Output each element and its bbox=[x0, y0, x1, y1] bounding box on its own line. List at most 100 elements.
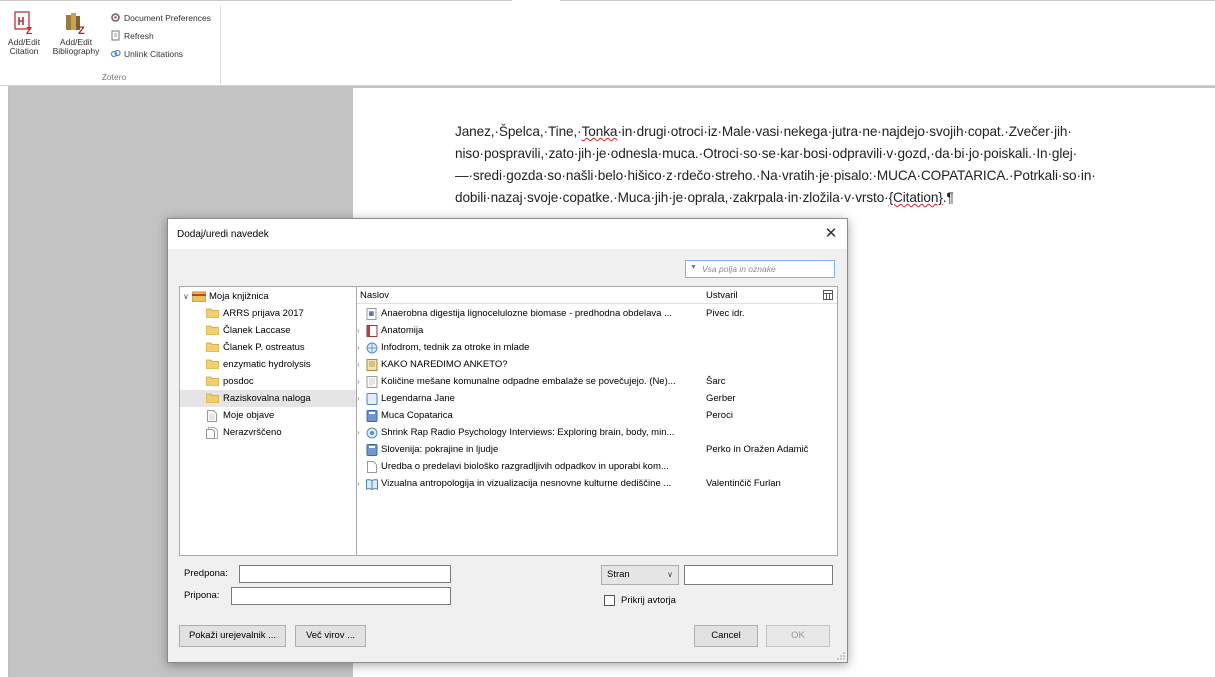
item-title: Shrink Rap Radio Psychology Interviews: … bbox=[381, 427, 675, 438]
search-field[interactable]: ▼ bbox=[685, 260, 835, 278]
item-row[interactable]: › Infodrom, tednik za otroke in mlade bbox=[357, 339, 837, 356]
cancel-button[interactable]: Cancel bbox=[694, 625, 758, 647]
document-line: Janez,·Špelca,·Tine,·Tonka·in·drugi·otro… bbox=[455, 121, 1207, 143]
refresh-label: Refresh bbox=[124, 31, 154, 41]
citation-field[interactable]: {Citation} bbox=[889, 190, 943, 205]
item-title: Uredba o predelavi biološko razgradljivi… bbox=[381, 461, 669, 472]
collection-item[interactable]: Članek Laccase bbox=[180, 322, 356, 339]
item-row[interactable]: › Vizualna antropologija in vizualizacij… bbox=[357, 475, 837, 492]
chevron-right-icon[interactable]: › bbox=[357, 424, 360, 441]
item-title: Vizualna antropologija in vizualizacija … bbox=[381, 478, 672, 489]
ribbon-group-label: Zotero bbox=[101, 72, 127, 82]
document-line: —·sredi·gozda·so·našli·belo·hišico·z·rde… bbox=[455, 168, 1096, 183]
locator-input[interactable] bbox=[684, 565, 833, 585]
left-scroll-edge bbox=[0, 86, 9, 677]
column-creator-header[interactable]: Ustvaril bbox=[706, 287, 738, 304]
folder-icon bbox=[206, 308, 219, 318]
chevron-right-icon[interactable]: › bbox=[357, 475, 360, 492]
unlink-citations-button[interactable]: Unlink Citations bbox=[110, 47, 183, 61]
refresh-button[interactable]: Refresh bbox=[110, 29, 154, 43]
locator-type-value: Stran bbox=[607, 569, 630, 580]
item-creator: Gerber bbox=[706, 393, 736, 404]
book-blue-icon bbox=[366, 444, 378, 456]
locator-type-select[interactable]: Stran ∨ bbox=[601, 565, 679, 585]
document-icon bbox=[207, 410, 217, 422]
suffix-label: Pripona: bbox=[184, 590, 220, 601]
text-run: ·in·drugi·otroci·iz·Male·vasi·nekega·jut… bbox=[617, 124, 1072, 139]
document-icon bbox=[367, 461, 377, 473]
dialog-titlebar[interactable]: Dodaj/uredi navedek ✕ bbox=[168, 219, 847, 249]
library-icon bbox=[192, 291, 206, 302]
collection-item[interactable]: Moje objave bbox=[180, 407, 356, 424]
collection-label: Nerazvrščeno bbox=[223, 427, 282, 438]
collection-my-library[interactable]: ∨ Moja knjižnica bbox=[180, 288, 356, 305]
item-title: Slovenija: pokrajine in ljudje bbox=[381, 444, 499, 455]
preferences-gear-icon bbox=[111, 13, 120, 22]
collection-item[interactable]: posdoc bbox=[180, 373, 356, 390]
folder-icon bbox=[206, 359, 219, 369]
chevron-right-icon[interactable]: › bbox=[357, 356, 360, 373]
newspaper-article-icon bbox=[366, 376, 378, 388]
document-preferences-button[interactable]: Document Preferences bbox=[110, 11, 211, 25]
search-mode-dropdown-icon[interactable]: ▼ bbox=[690, 264, 697, 271]
chevron-right-icon[interactable]: › bbox=[357, 390, 360, 407]
close-icon[interactable]: ✕ bbox=[821, 224, 841, 244]
item-row[interactable]: Anaerobna digestija lignocelulozne bioma… bbox=[357, 305, 837, 322]
add-edit-citation-dialog: Dodaj/uredi navedek ✕ ▼ ∨ Moja knjižnica… bbox=[167, 218, 848, 663]
item-title: Količine mešane komunalne odpadne embala… bbox=[381, 376, 676, 387]
collection-item[interactable]: Članek P. ostreatus bbox=[180, 339, 356, 356]
item-title: Legendarna Jane bbox=[381, 393, 455, 404]
dialog-title: Dodaj/uredi navedek bbox=[177, 229, 269, 240]
chevron-right-icon[interactable]: › bbox=[357, 373, 360, 390]
item-title: KAKO NAREDIMO ANKETO? bbox=[381, 359, 508, 370]
suppress-author-checkbox[interactable] bbox=[604, 595, 615, 606]
item-row[interactable]: Uredba o predelavi biološko razgradljivi… bbox=[357, 458, 837, 475]
item-title: Anatomija bbox=[381, 325, 424, 336]
add-edit-citation-button[interactable]: Z Add/Edit Citation bbox=[4, 10, 44, 56]
refresh-icon bbox=[111, 30, 120, 41]
item-creator: Valentinčič Furlan bbox=[706, 478, 781, 489]
collection-item[interactable]: enzymatic hydrolysis bbox=[180, 356, 356, 373]
book-blue-icon bbox=[366, 410, 378, 422]
chevron-right-icon[interactable]: › bbox=[357, 322, 360, 339]
suffix-input[interactable] bbox=[231, 587, 451, 605]
chevron-right-icon[interactable]: › bbox=[357, 339, 360, 356]
column-title-header[interactable]: Naslov bbox=[360, 287, 389, 304]
collection-label: posdoc bbox=[223, 376, 254, 387]
library-panels: ∨ Moja knjižnica ARRS prijava 2017 Člane… bbox=[179, 286, 838, 556]
ok-button[interactable]: OK bbox=[766, 625, 830, 647]
document-body[interactable]: Janez,·Špelca,·Tine,·Tonka·in·drugi·otro… bbox=[455, 121, 1207, 209]
collection-item[interactable]: Nerazvrščeno bbox=[180, 424, 356, 441]
folder-icon bbox=[206, 393, 219, 403]
item-row[interactable]: › Shrink Rap Radio Psychology Interviews… bbox=[357, 424, 837, 441]
item-row[interactable]: › Količine mešane komunalne odpadne emba… bbox=[357, 373, 837, 390]
text-run: .¶ bbox=[942, 190, 954, 205]
chevron-down-icon: ∨ bbox=[667, 570, 673, 579]
document-preferences-label: Document Preferences bbox=[124, 13, 211, 23]
journal-article-icon bbox=[366, 308, 377, 320]
add-edit-bibliography-button[interactable]: Z Add/Edit Bibliography bbox=[52, 10, 100, 56]
show-editor-button[interactable]: Pokaži urejevalnik ... bbox=[179, 625, 286, 647]
item-row[interactable]: › Anatomija bbox=[357, 322, 837, 339]
item-row[interactable]: › Legendarna Jane Gerber bbox=[357, 390, 837, 407]
item-row[interactable]: Slovenija: pokrajine in ljudje Perko in … bbox=[357, 441, 837, 458]
search-input[interactable] bbox=[702, 261, 830, 277]
add-edit-bibliography-label: Add/Edit Bibliography bbox=[52, 37, 100, 56]
column-picker-icon[interactable] bbox=[823, 290, 833, 300]
prefix-input[interactable] bbox=[239, 565, 451, 583]
resize-grip-icon[interactable] bbox=[837, 652, 845, 660]
chevron-down-icon[interactable]: ∨ bbox=[183, 288, 189, 305]
item-creator: Šarc bbox=[706, 376, 726, 387]
collection-label: ARRS prijava 2017 bbox=[223, 308, 304, 319]
collection-label: Članek Laccase bbox=[223, 325, 291, 336]
text-run: Janez,·Špelca,·Tine,· bbox=[455, 124, 582, 139]
collection-item-selected[interactable]: Raziskovalna naloga bbox=[180, 390, 356, 407]
unlink-icon bbox=[110, 49, 121, 58]
collection-item[interactable]: ARRS prijava 2017 bbox=[180, 305, 356, 322]
collection-label: Raziskovalna naloga bbox=[223, 393, 311, 404]
item-row[interactable]: Muca Copatarica Peroci bbox=[357, 407, 837, 424]
multiple-sources-button[interactable]: Več virov ... bbox=[295, 625, 366, 647]
item-row[interactable]: › KAKO NAREDIMO ANKETO? bbox=[357, 356, 837, 373]
ribbon: Z Add/Edit Citation Z Add/Edit Bibliogra… bbox=[0, 0, 1215, 86]
folder-icon bbox=[206, 376, 219, 386]
